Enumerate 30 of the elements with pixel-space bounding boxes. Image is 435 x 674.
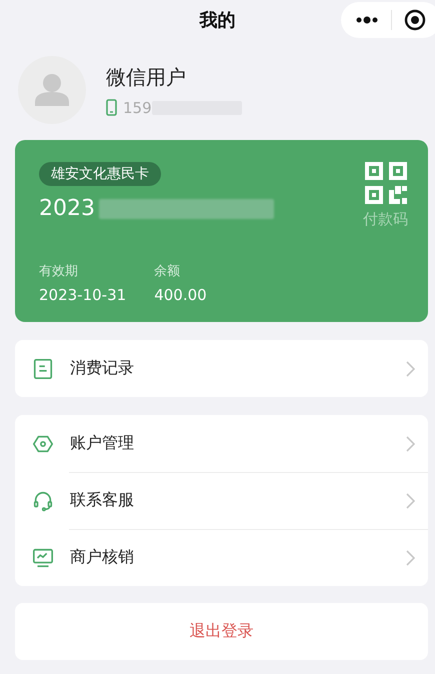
- menu-label: 商户核销: [70, 547, 135, 568]
- monitor-icon: [32, 546, 54, 568]
- close-icon[interactable]: [404, 9, 426, 31]
- chevron-right-icon: [406, 492, 415, 508]
- menu-label: 消费记录: [70, 358, 135, 379]
- expiry-label: 有效期: [39, 263, 79, 280]
- menu-item[interactable]: 消费记录: [15, 340, 428, 397]
- menu-item[interactable]: 账户管理: [15, 415, 428, 472]
- chevron-right-icon: [406, 360, 415, 376]
- expiry-date: 2023-10-31: [39, 286, 126, 304]
- menu-label: 联系客服: [70, 490, 135, 511]
- chevron-right-icon: [406, 550, 415, 566]
- balance-label: 余额: [154, 263, 182, 280]
- phone-icon: [106, 99, 117, 116]
- menu-item[interactable]: 商户核销: [15, 529, 428, 586]
- logout-button[interactable]: 退出登录: [15, 603, 428, 660]
- phone-number: 159: [123, 98, 152, 116]
- avatar: [18, 56, 86, 124]
- card-number: 2023: [39, 196, 95, 221]
- chevron-right-icon: [406, 436, 415, 452]
- document-icon: [32, 358, 54, 380]
- page-title: 我的: [200, 9, 236, 32]
- card-name-badge: 雄安文化惠民卡: [39, 162, 161, 186]
- balance-value: 400.00: [154, 286, 207, 304]
- menu-item[interactable]: 联系客服: [15, 472, 428, 529]
- user-name: 微信用户: [106, 64, 187, 90]
- headset-icon: [32, 490, 54, 512]
- menu-label: 账户管理: [70, 433, 135, 454]
- more-icon[interactable]: [355, 16, 379, 24]
- qr-code-icon[interactable]: [364, 162, 406, 204]
